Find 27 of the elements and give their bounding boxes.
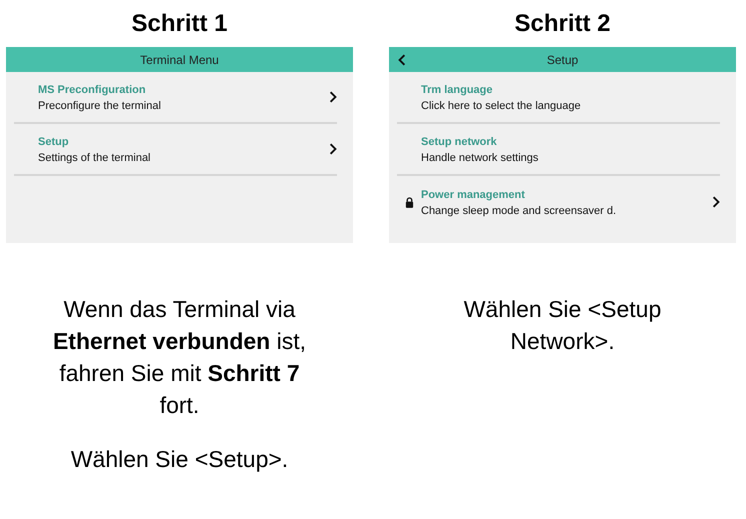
item-title: Setup network bbox=[421, 135, 497, 150]
item-subtitle: Handle network settings bbox=[421, 151, 540, 166]
item-title: MS Preconfiguration bbox=[38, 83, 146, 98]
chevron-right-icon bbox=[329, 91, 337, 103]
screen-title: Setup bbox=[546, 52, 578, 66]
step-title: Schritt 2 bbox=[514, 9, 611, 39]
instruction-text: Wählen Sie <Setup Network>. bbox=[462, 295, 662, 356]
item-title: Trm language bbox=[421, 83, 493, 98]
item-title: Power management bbox=[421, 188, 525, 203]
lock-icon bbox=[404, 196, 414, 208]
chevron-right-icon bbox=[712, 196, 720, 208]
item-subtitle: Preconfigure the terminal bbox=[38, 99, 162, 114]
item-subtitle: Settings of the terminal bbox=[38, 151, 152, 166]
menu-item[interactable]: Setup Settings of the terminal bbox=[14, 124, 337, 176]
screen-title: Terminal Menu bbox=[140, 52, 219, 66]
menu-item[interactable]: Trm language Click here to select the language bbox=[397, 72, 720, 124]
chevron-right-icon bbox=[329, 143, 337, 155]
menu-item[interactable]: Setup network Handle network settings bbox=[397, 124, 720, 176]
step-title: Schritt 1 bbox=[131, 9, 228, 39]
item-subtitle: Change sleep mode and screensaver d. bbox=[421, 204, 618, 219]
item-subtitle: Click here to select the language bbox=[421, 99, 582, 114]
menu-item[interactable]: Power management Change sleep mode and screensaver d. bbox=[397, 176, 720, 228]
chevron-left-icon bbox=[398, 54, 406, 66]
instruction-text: Wählen Sie <Setup>. bbox=[70, 445, 290, 474]
instruction-text: Wenn das Terminal via Ethernet verbunden ist, fahren Sie mit Schritt 7 fort. bbox=[52, 295, 308, 420]
item-title: Setup bbox=[38, 135, 69, 150]
menu-item[interactable]: MS Preconfiguration Preconfigure the terminal bbox=[14, 72, 337, 124]
